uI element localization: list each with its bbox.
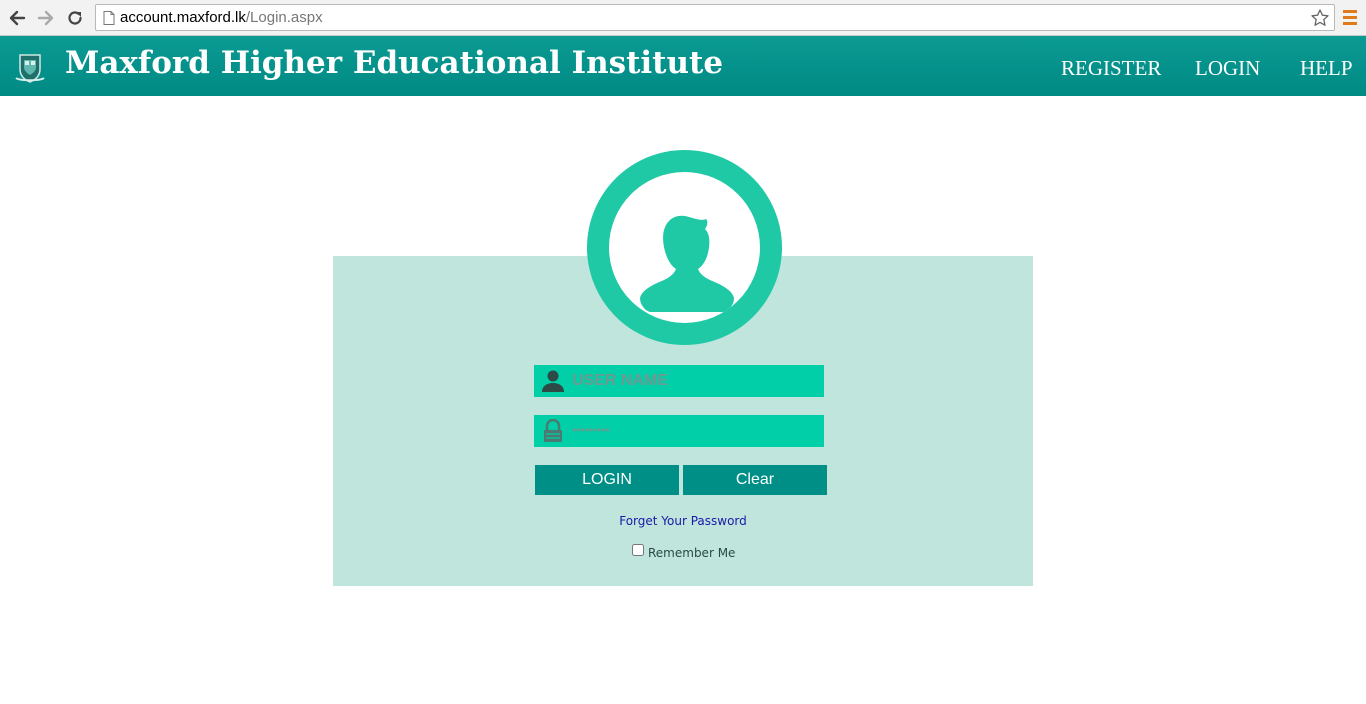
site-header: Maxford Higher Educational Institute REG… <box>0 36 1366 96</box>
forgot-password-row: Forget Your Password <box>0 512 1366 530</box>
reload-icon[interactable] <box>64 7 86 29</box>
url-host: account.maxford.lk <box>120 9 246 26</box>
password-field[interactable]: ••••••••• <box>534 415 824 447</box>
forgot-password-link[interactable]: Forget Your Password <box>619 514 747 528</box>
menu-icon[interactable] <box>1343 9 1357 26</box>
remember-me-checkbox[interactable] <box>632 544 644 556</box>
lock-icon <box>544 419 562 442</box>
clear-button[interactable]: Clear <box>683 465 827 495</box>
browser-toolbar: account.maxford.lk/Login.aspx <box>0 0 1366 36</box>
user-icon <box>542 370 564 392</box>
url-path: /Login.aspx <box>245 9 323 26</box>
forward-icon[interactable] <box>35 7 57 29</box>
username-field[interactable] <box>534 365 824 397</box>
nav-register[interactable]: REGISTER <box>1061 56 1161 81</box>
address-bar[interactable]: account.maxford.lk/Login.aspx <box>95 4 1335 31</box>
page-icon <box>103 11 115 25</box>
user-avatar-icon <box>587 150 782 345</box>
institute-crest-logo[interactable] <box>12 50 48 86</box>
back-icon[interactable] <box>6 7 28 29</box>
remember-me-label[interactable]: Remember Me <box>648 546 735 560</box>
username-input[interactable] <box>572 365 820 397</box>
login-button[interactable]: LOGIN <box>535 465 679 495</box>
nav-login[interactable]: LOGIN <box>1195 56 1260 81</box>
site-title: Maxford Higher Educational Institute <box>65 45 724 81</box>
bookmark-star-icon[interactable] <box>1310 8 1330 28</box>
nav-help[interactable]: HELP <box>1300 56 1353 81</box>
url-text: account.maxford.lk/Login.aspx <box>120 9 323 26</box>
remember-me-row: Remember Me <box>632 543 735 560</box>
password-input[interactable]: ••••••••• <box>572 423 610 437</box>
